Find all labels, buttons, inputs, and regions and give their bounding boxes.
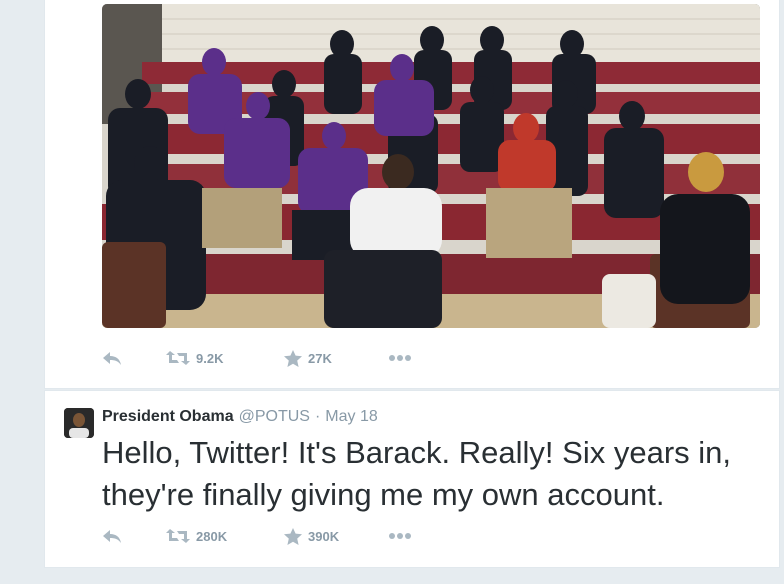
more-icon	[388, 354, 412, 362]
retweet-button[interactable]: 280K	[166, 528, 284, 544]
favorite-count: 390K	[308, 528, 340, 544]
more-icon	[388, 532, 412, 540]
reply-button[interactable]	[102, 528, 166, 544]
retweet-icon	[166, 350, 190, 366]
tweet-actions: 280K 390K	[102, 524, 412, 548]
author-handle[interactable]: @POTUS	[239, 408, 310, 426]
timestamp[interactable]: May 18	[325, 408, 377, 426]
favorite-count: 27K	[308, 350, 332, 366]
more-button[interactable]	[388, 532, 412, 540]
avatar[interactable]	[64, 408, 94, 438]
reply-icon	[102, 350, 122, 366]
author-name[interactable]: President Obama	[102, 408, 234, 426]
reply-icon	[102, 528, 122, 544]
retweet-icon	[166, 528, 190, 544]
tweet-actions: 9.2K 27K	[102, 346, 412, 370]
star-icon	[284, 349, 302, 367]
tweet-header: President Obama @POTUS · May 18	[102, 408, 378, 428]
tweet-text: Hello, Twitter! It's Barack. Really! Six…	[102, 435, 731, 512]
favorite-button[interactable]: 390K	[284, 527, 388, 545]
reply-button[interactable]	[102, 350, 166, 366]
more-button[interactable]	[388, 354, 412, 362]
retweet-button[interactable]: 9.2K	[166, 350, 284, 366]
separator: ·	[314, 408, 321, 425]
retweet-count: 9.2K	[196, 350, 224, 366]
star-icon	[284, 527, 302, 545]
retweet-count: 280K	[196, 528, 228, 544]
tweet-photo[interactable]	[102, 4, 760, 328]
favorite-button[interactable]: 27K	[284, 349, 388, 367]
